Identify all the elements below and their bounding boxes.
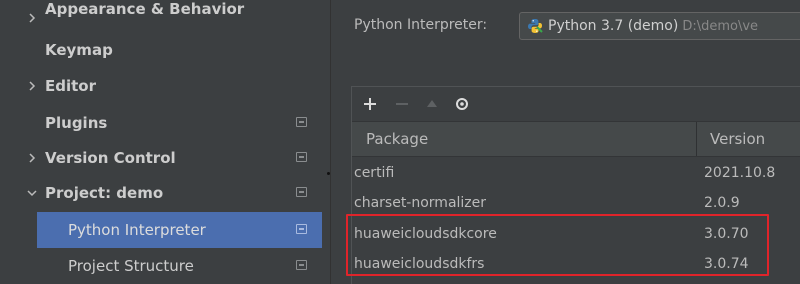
interpreter-path: D:\demo\ve (682, 18, 759, 34)
column-header-package[interactable]: Package (366, 122, 428, 156)
sidebar-item-label: Python Interpreter (68, 221, 206, 239)
sidebar-item-label: Keymap (45, 41, 113, 59)
sidebar-item-editor[interactable]: Editor (0, 68, 322, 104)
package-version: 2021.10.8 (704, 165, 776, 181)
plus-icon[interactable] (360, 94, 380, 114)
minus-icon[interactable] (392, 94, 412, 114)
chevron-right-icon[interactable] (26, 140, 38, 176)
table-row[interactable]: certifi 2021.10.8 (352, 158, 800, 188)
sidebar-item-label: Plugins (45, 114, 108, 132)
packages-table-header: Package Version (352, 121, 800, 157)
sidebar-item-label: Project Structure (68, 257, 194, 275)
column-separator[interactable] (696, 122, 697, 156)
sidebar-item-version-control[interactable]: Version Control (0, 140, 322, 176)
sidebar-item-project-structure[interactable]: Project Structure (0, 248, 322, 284)
sidebar-item-label: Editor (45, 77, 96, 95)
sidebar-item-plugins[interactable]: Plugins (0, 105, 322, 141)
python-icon (528, 19, 543, 33)
chevron-down-icon[interactable] (26, 175, 38, 211)
interpreter-select[interactable]: Python 3.7 (demo) D:\demo\ve (519, 12, 800, 40)
project-scope-icon (296, 152, 307, 162)
column-header-version[interactable]: Version (710, 122, 765, 156)
highlight-box (346, 214, 769, 276)
project-scope-icon (296, 117, 307, 127)
package-name: certifi (354, 165, 395, 181)
project-scope-icon (296, 260, 307, 270)
project-scope-icon (296, 187, 307, 197)
sidebar-item-label: Appearance & Behavior (45, 0, 245, 18)
sidebar-item-python-interpreter[interactable]: Python Interpreter (37, 212, 322, 248)
splitter-dot (327, 172, 330, 175)
interpreter-name: Python 3.7 (demo) (548, 18, 679, 34)
sidebar-item-label: Project: demo (45, 184, 164, 202)
sidebar-item-keymap[interactable]: Keymap (0, 32, 322, 68)
project-scope-icon (296, 224, 307, 234)
chevron-right-icon[interactable] (26, 68, 38, 104)
settings-sidebar: Appearance & Behavior Keymap Editor Plug… (0, 0, 330, 284)
packages-toolbar (352, 87, 800, 121)
eye-icon[interactable] (452, 94, 472, 114)
sidebar-item-project-demo[interactable]: Project: demo (0, 175, 322, 211)
upgrade-icon[interactable] (422, 94, 442, 114)
interpreter-label: Python Interpreter: (354, 17, 488, 33)
chevron-right-icon[interactable] (26, 0, 38, 36)
sidebar-item-appearance-behavior[interactable]: Appearance & Behavior (0, 0, 322, 36)
sidebar-item-label: Version Control (45, 149, 176, 167)
